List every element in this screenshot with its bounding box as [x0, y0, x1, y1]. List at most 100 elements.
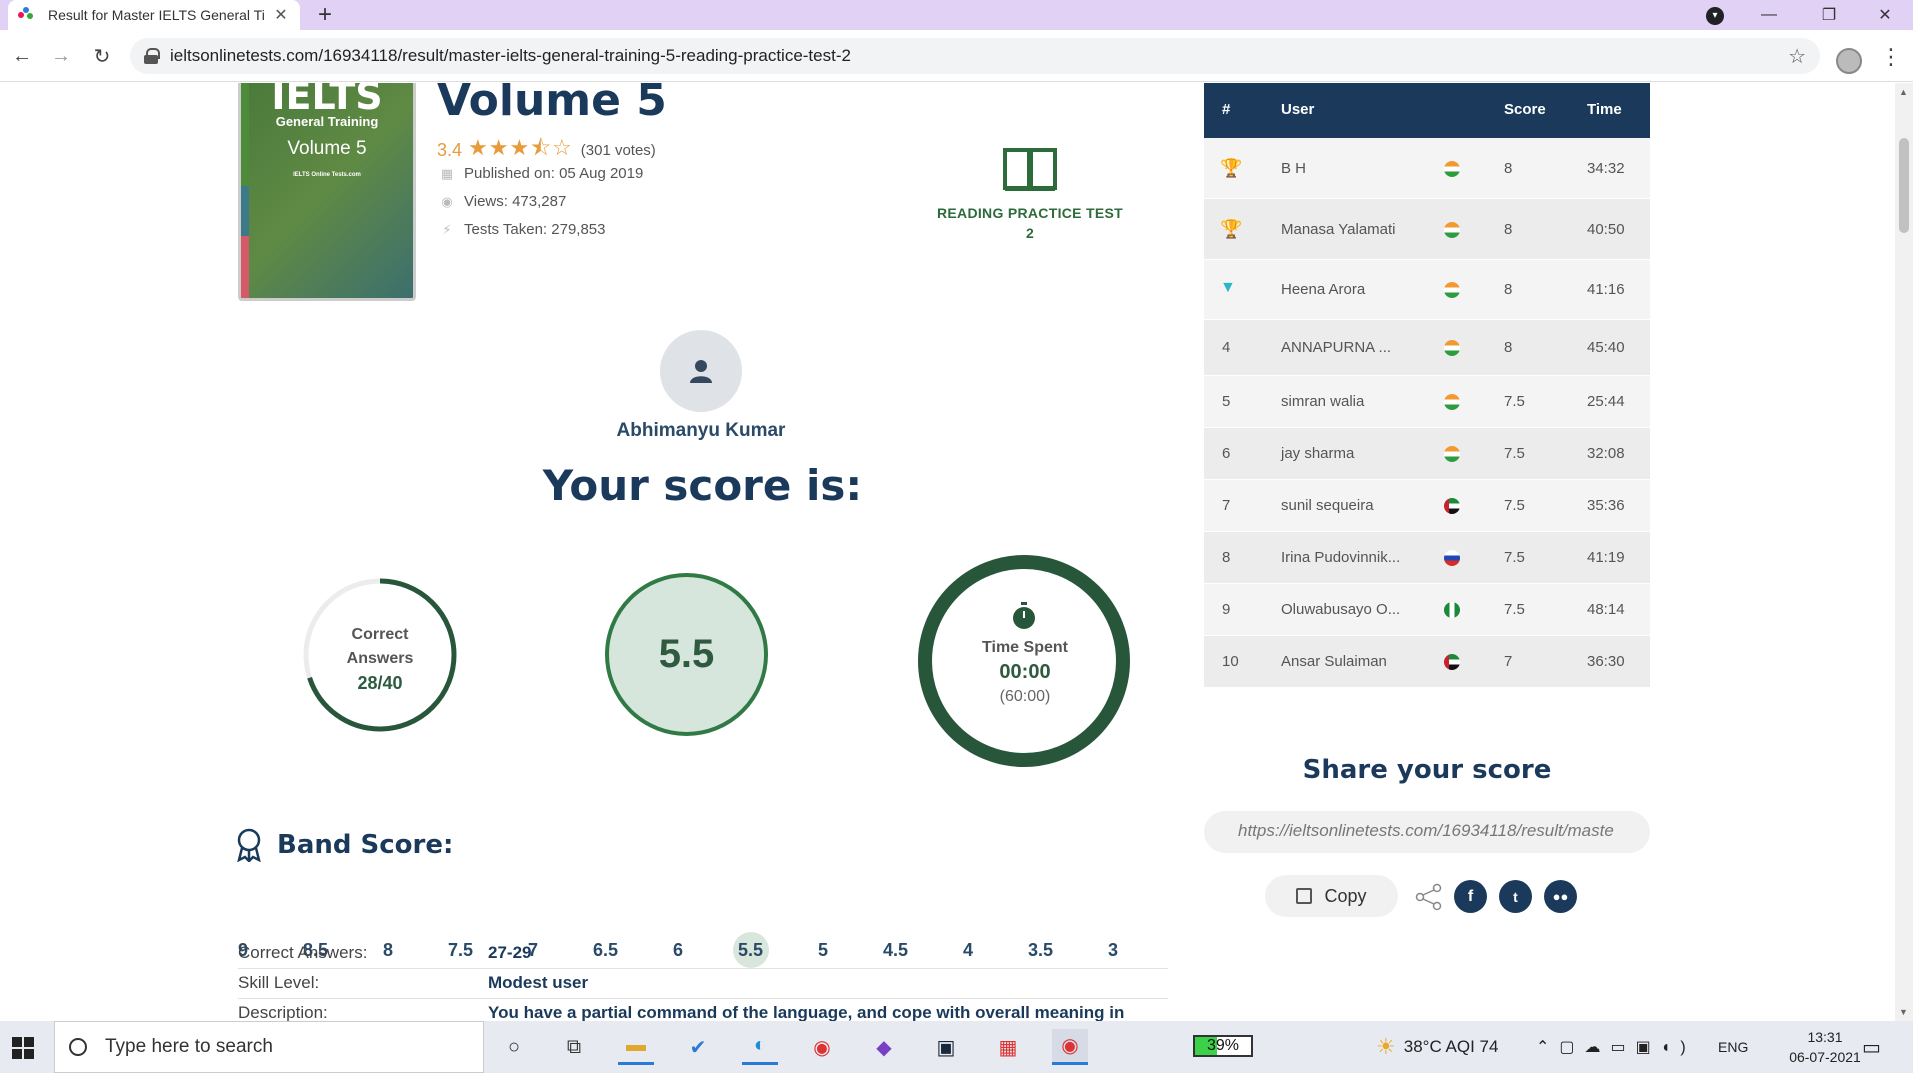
- award-ribbon-icon: [237, 828, 261, 862]
- lightning-icon: ⚡: [442, 221, 452, 237]
- details-row: Correct Answers: 27-29: [238, 939, 1168, 969]
- address-bar[interactable]: ieltsonlinetests.com/16934118/result/mas…: [130, 38, 1820, 74]
- leaderboard-row[interactable]: 🏆 Manasa Yalamati 8 40:50: [1204, 199, 1650, 260]
- system-tray-icons[interactable]: ⌃▢☁▭▣◖): [1536, 1021, 1696, 1073]
- taskbar-clock[interactable]: 13:31 06-07-2021: [1780, 1027, 1870, 1067]
- band-score-title: Band Score:: [277, 830, 454, 860]
- book-title: Volume 5: [437, 83, 667, 126]
- rating-stars-icon[interactable]: ★★★⯪☆: [468, 131, 573, 169]
- score-heading: Your score is:: [542, 461, 863, 510]
- leaderboard-row[interactable]: 4 ANNAPURNA ... 8 45:40: [1204, 320, 1650, 376]
- scrollbar-thumb[interactable]: [1899, 138, 1909, 233]
- twitter-icon[interactable]: t: [1499, 880, 1532, 913]
- chrome-profile-icon[interactable]: ◉: [1052, 1029, 1088, 1065]
- leaderboard-user[interactable]: sunil sequeira: [1281, 497, 1374, 514]
- leaderboard-score: 7.5: [1504, 445, 1525, 462]
- browser-menu-icon[interactable]: ⋮: [1880, 44, 1902, 70]
- india-flag-icon: [1444, 446, 1460, 462]
- dev-icon[interactable]: ▣: [928, 1029, 964, 1065]
- leaderboard-score: 8: [1504, 220, 1513, 238]
- back-arrow-icon[interactable]: ←: [8, 42, 36, 70]
- leaderboard-row[interactable]: 🏆 B H 8 34:32: [1204, 138, 1650, 199]
- cover-volume: Volume 5: [287, 138, 367, 159]
- todo-icon[interactable]: ✔: [680, 1029, 716, 1065]
- published-text: Published on: 05 Aug 2019: [464, 165, 644, 182]
- edge-icon[interactable]: ◐: [742, 1029, 778, 1065]
- leaderboard-row[interactable]: 7 sunil sequeira 7.5 35:36: [1204, 480, 1650, 532]
- leaderboard-rank: 6: [1222, 445, 1231, 462]
- close-window-button[interactable]: ✕: [1862, 0, 1908, 30]
- cover-title: IELTS: [271, 83, 383, 118]
- india-flag-icon: [1444, 160, 1460, 177]
- details-key: Description:: [238, 1003, 328, 1021]
- tab-close-icon[interactable]: ✕: [272, 5, 290, 25]
- reload-icon[interactable]: ↻: [88, 42, 116, 70]
- russia-flag-icon: [1444, 550, 1460, 566]
- new-tab-button[interactable]: +: [318, 2, 332, 28]
- leaderboard-time: 45:40: [1587, 339, 1625, 356]
- notifications-icon[interactable]: ▭: [1862, 1021, 1881, 1073]
- task-view-icon[interactable]: ⧉: [556, 1029, 592, 1065]
- taskbar-search[interactable]: Type here to search: [54, 1021, 484, 1073]
- diamond-trophy-icon: ▼: [1220, 279, 1236, 296]
- tab-search-icon[interactable]: ▾: [1706, 7, 1724, 25]
- time-spent-value: 00:00: [999, 661, 1051, 683]
- leaderboard-row[interactable]: 5 simran walia 7.5 25:44: [1204, 376, 1650, 428]
- language-indicator[interactable]: ENG: [1718, 1021, 1748, 1073]
- details-key: Correct Answers:: [238, 943, 368, 962]
- time-spent-block: Time Spent 00:00 (60:00): [940, 639, 1110, 706]
- leaderboard-user[interactable]: simran walia: [1281, 393, 1364, 410]
- windows-taskbar: Type here to search ○ ⧉ ▬ ✔ ◐ ◉ ◆ ▣ ▦ ◉ …: [0, 1021, 1913, 1073]
- col-score: Score: [1504, 101, 1546, 118]
- browser-tab[interactable]: Result for Master IELTS General Ti ✕: [8, 0, 300, 30]
- details-value: Modest user: [488, 973, 589, 992]
- copy-button[interactable]: Copy: [1265, 875, 1398, 917]
- india-flag-icon: [1444, 221, 1460, 238]
- scroll-down-icon[interactable]: ▼: [1899, 1007, 1908, 1017]
- battery-indicator[interactable]: 39%: [1193, 1035, 1253, 1057]
- leaderboard-user[interactable]: Irina Pudovinnik...: [1281, 549, 1400, 566]
- page-scrollbar[interactable]: ▲ ▼: [1895, 83, 1913, 1021]
- leaderboard-rank: 4: [1222, 339, 1231, 356]
- leaderboard-user[interactable]: Heena Arora: [1281, 281, 1365, 298]
- bookmark-star-icon[interactable]: ☆: [1788, 44, 1806, 69]
- stopwatch-icon: [1013, 602, 1035, 629]
- details-value: 27-29: [488, 943, 532, 962]
- weather-widget[interactable]: ☀ 38°C AQI 74: [1376, 1021, 1498, 1073]
- leaderboard-user[interactable]: Ansar Sulaiman: [1281, 653, 1387, 670]
- restore-button[interactable]: ❐: [1806, 0, 1852, 30]
- file-explorer-icon[interactable]: ▬: [618, 1029, 654, 1065]
- minimize-button[interactable]: —: [1746, 0, 1792, 30]
- leaderboard-user[interactable]: jay sharma: [1281, 445, 1354, 462]
- cover-brand: IELTS Online Tests.com: [293, 172, 361, 178]
- published-date: ▦ Published on: 05 Aug 2019: [440, 165, 643, 182]
- tab-title: Result for Master IELTS General Ti: [48, 7, 265, 23]
- leaderboard-user[interactable]: Manasa Yalamati: [1281, 221, 1396, 238]
- forward-arrow-icon[interactable]: →: [47, 42, 75, 70]
- leaderboard-row[interactable]: 9 Oluwabusayo O... 7.5 48:14: [1204, 584, 1650, 636]
- windows-start-icon[interactable]: [12, 1037, 34, 1059]
- leaderboard-user[interactable]: B H: [1281, 160, 1306, 177]
- share-icon[interactable]: [1415, 883, 1443, 911]
- leaderboard-rank: 8: [1222, 549, 1231, 566]
- leaderboard-row[interactable]: 6 jay sharma 7.5 32:08: [1204, 428, 1650, 480]
- leaderboard-row[interactable]: ▼ Heena Arora 8 41:16: [1204, 260, 1650, 320]
- leaderboard-row[interactable]: 8 Irina Pudovinnik... 7.5 41:19: [1204, 532, 1650, 584]
- cortana-icon[interactable]: ○: [496, 1029, 532, 1065]
- profile-avatar[interactable]: [1836, 48, 1862, 74]
- leaderboard-user[interactable]: Oluwabusayo O...: [1281, 601, 1400, 618]
- weather-text: 38°C AQI 74: [1403, 1037, 1499, 1056]
- facebook-icon[interactable]: f: [1454, 880, 1487, 913]
- leaderboard-row[interactable]: 10 Ansar Sulaiman 7 36:30: [1204, 636, 1650, 688]
- leaderboard-time: 32:08: [1587, 445, 1625, 462]
- share-url-field[interactable]: https://ieltsonlinetests.com/16934118/re…: [1204, 811, 1650, 853]
- wechat-icon[interactable]: ●●: [1544, 880, 1577, 913]
- scroll-up-icon[interactable]: ▲: [1899, 87, 1908, 97]
- leaderboard-user[interactable]: ANNAPURNA ...: [1281, 339, 1391, 356]
- chrome-icon[interactable]: ◉: [804, 1029, 840, 1065]
- tests-taken-count: ⚡ Tests Taken: 279,853: [440, 221, 605, 238]
- browser-toolbar: ← → ↻ ieltsonlinetests.com/16934118/resu…: [0, 30, 1913, 82]
- visual-studio-icon[interactable]: ◆: [866, 1029, 902, 1065]
- search-placeholder: Type here to search: [105, 1036, 273, 1057]
- office-app-icon[interactable]: ▦: [990, 1029, 1026, 1065]
